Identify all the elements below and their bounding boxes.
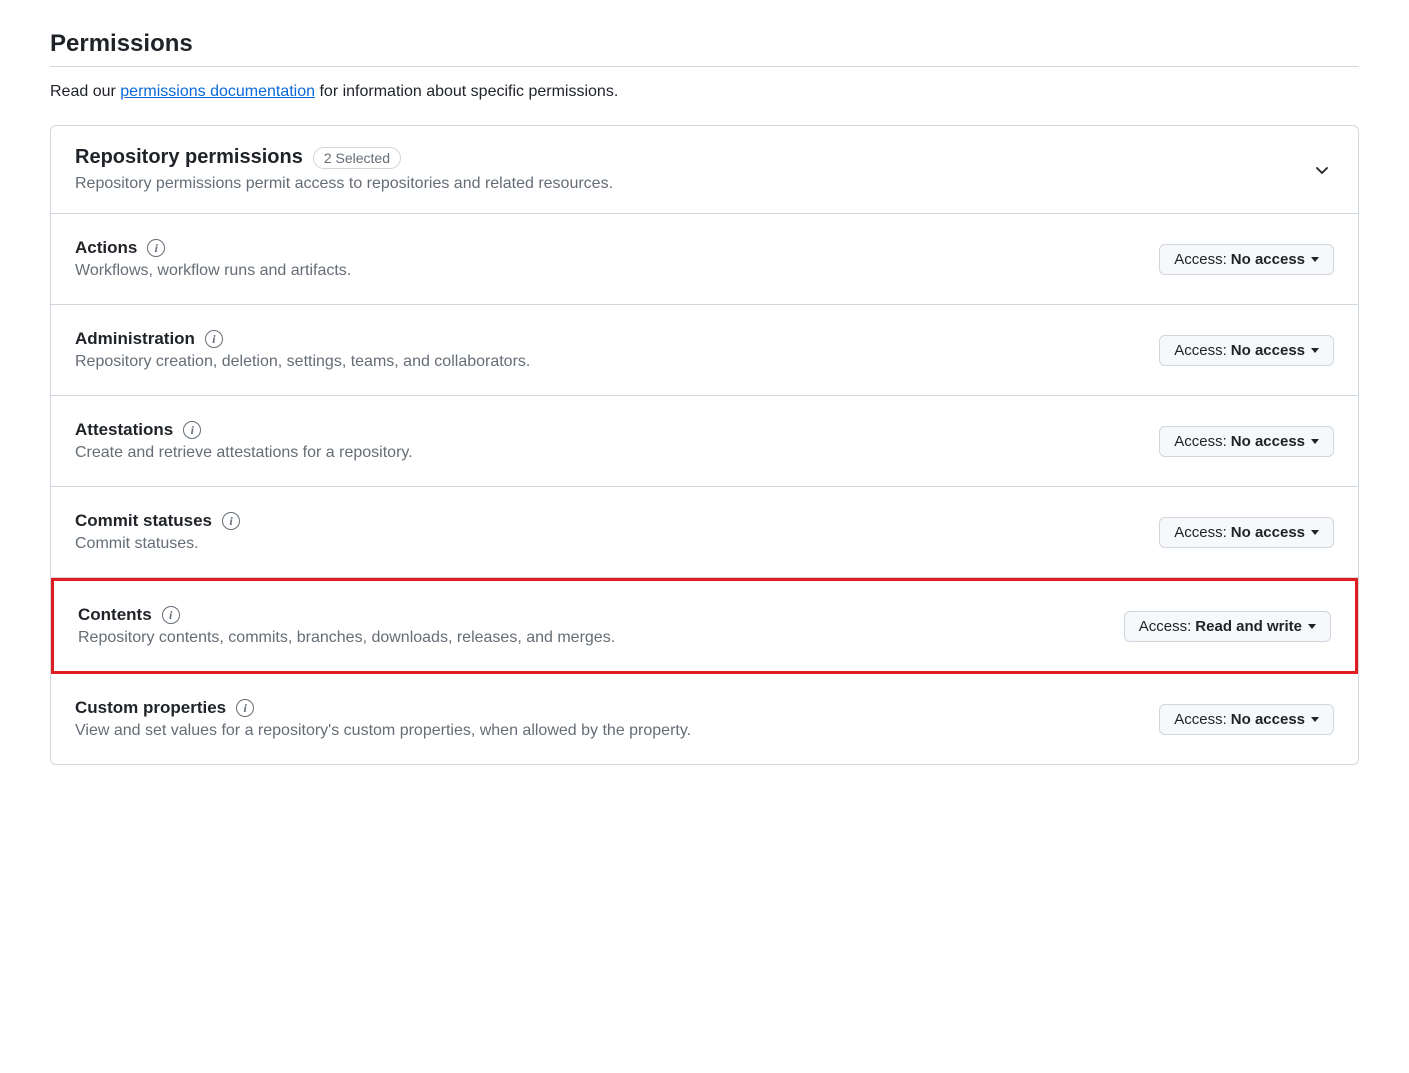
caret-down-icon	[1311, 257, 1319, 262]
intro-suffix: for information about specific permissio…	[315, 83, 618, 100]
permissions-doc-link[interactable]: permissions documentation	[120, 83, 315, 100]
selected-count-badge: 2 Selected	[313, 147, 401, 169]
access-value: No access	[1231, 251, 1305, 268]
permission-row-commit-statuses: Commit statuses i Commit statuses.Access: …	[51, 487, 1358, 578]
permission-row-custom-properties: Custom properties i View and set values fo…	[51, 674, 1358, 764]
section-description: Repository permissions permit access to …	[75, 175, 1314, 193]
permission-row-administration: Administration i Repository creation, dele…	[51, 305, 1358, 396]
info-icon[interactable]: i	[183, 421, 201, 439]
access-label: Access:	[1174, 251, 1227, 268]
access-label: Access:	[1174, 711, 1227, 728]
chevron-down-icon	[1314, 162, 1330, 183]
permission-description: Commit statuses.	[75, 535, 1159, 553]
access-label: Access:	[1174, 342, 1227, 359]
permissions-panel: Repository permissions 2 Selected Reposi…	[50, 125, 1359, 765]
access-dropdown[interactable]: Access: No access	[1159, 335, 1334, 366]
access-label: Access:	[1139, 618, 1192, 635]
permission-title: Contents	[78, 605, 152, 625]
intro-prefix: Read our	[50, 83, 120, 100]
permission-description: Workflows, workflow runs and artifacts.	[75, 262, 1159, 280]
caret-down-icon	[1308, 624, 1316, 629]
permission-description: Repository contents, commits, branches, …	[78, 629, 1124, 647]
caret-down-icon	[1311, 348, 1319, 353]
info-icon[interactable]: i	[147, 239, 165, 257]
caret-down-icon	[1311, 530, 1319, 535]
access-dropdown[interactable]: Access: No access	[1159, 517, 1334, 548]
access-label: Access:	[1174, 524, 1227, 541]
caret-down-icon	[1311, 717, 1319, 722]
permission-row-attestations: Attestations i Create and retrieve attesta…	[51, 396, 1358, 487]
access-value: No access	[1231, 433, 1305, 450]
intro-text: Read our permissions documentation for i…	[50, 83, 1359, 101]
permission-title: Custom properties	[75, 698, 226, 718]
permission-row-contents: Contents i Repository contents, commits, b…	[51, 578, 1358, 674]
section-title: Repository permissions	[75, 146, 303, 169]
repository-permissions-header[interactable]: Repository permissions 2 Selected Reposi…	[51, 126, 1358, 214]
access-value: Read and write	[1195, 618, 1302, 635]
info-icon[interactable]: i	[162, 606, 180, 624]
permission-description: Repository creation, deletion, settings,…	[75, 353, 1159, 371]
access-dropdown[interactable]: Access: No access	[1159, 244, 1334, 275]
access-dropdown[interactable]: Access: No access	[1159, 704, 1334, 735]
access-value: No access	[1231, 711, 1305, 728]
permission-title: Administration	[75, 329, 195, 349]
access-dropdown[interactable]: Access: Read and write	[1124, 611, 1331, 642]
info-icon[interactable]: i	[205, 330, 223, 348]
access-value: No access	[1231, 524, 1305, 541]
access-value: No access	[1231, 342, 1305, 359]
permission-title: Attestations	[75, 420, 173, 440]
permission-row-actions: Actions i Workflows, workflow runs and art…	[51, 214, 1358, 305]
permission-title: Actions	[75, 238, 137, 258]
permission-title: Commit statuses	[75, 511, 212, 531]
page-title: Permissions	[50, 30, 1359, 67]
permission-description: View and set values for a repository's c…	[75, 722, 1159, 740]
info-icon[interactable]: i	[236, 699, 254, 717]
info-icon[interactable]: i	[222, 512, 240, 530]
permission-description: Create and retrieve attestations for a r…	[75, 444, 1159, 462]
access-dropdown[interactable]: Access: No access	[1159, 426, 1334, 457]
caret-down-icon	[1311, 439, 1319, 444]
access-label: Access:	[1174, 433, 1227, 450]
